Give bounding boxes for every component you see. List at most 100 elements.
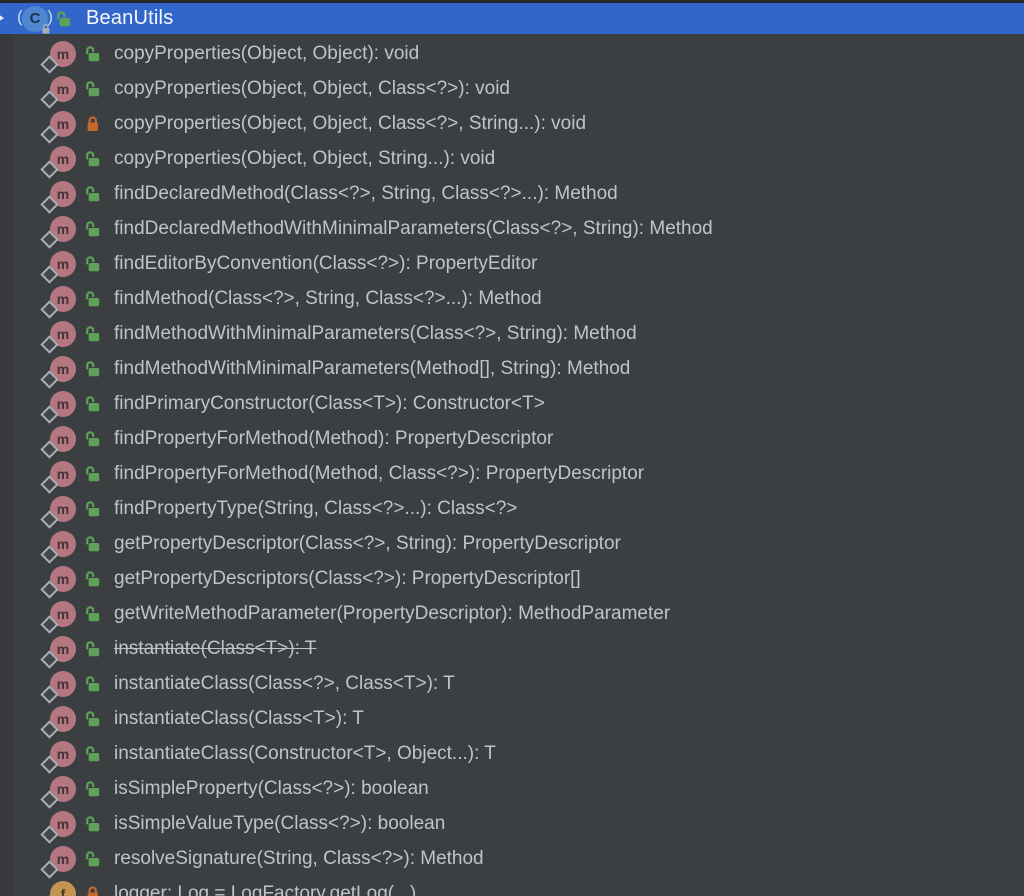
public-lock-icon [84,780,102,798]
member-label: logger: Log = LogFactory.getLog(...) [114,882,417,896]
member-row[interactable]: m isSimpleValueType(Class<?>): boolean [0,806,1024,844]
member-row[interactable]: m isSimpleProperty(Class<?>): boolean [0,771,1024,809]
member-row[interactable]: m getPropertyDescriptors(Class<?>): Prop… [0,561,1024,599]
method-icon: m [40,705,76,739]
member-label: findMethodWithMinimalParameters(Class<?>… [114,322,637,344]
public-lock-icon [84,360,102,378]
member-row[interactable]: f logger: Log = LogFactory.getLog(...) [0,876,1024,896]
member-row[interactable]: m findPropertyType(String, Class<?>...):… [0,491,1024,529]
member-label: findPrimaryConstructor(Class<T>): Constr… [114,392,545,414]
public-lock-icon [84,45,102,63]
member-label: findPropertyType(String, Class<?>...): C… [114,497,518,519]
public-lock-icon [84,290,102,308]
method-icon: m [40,740,76,774]
method-icon: m [40,355,76,389]
method-icon: m [40,285,76,319]
public-lock-icon [84,150,102,168]
member-label: getWriteMethodParameter(PropertyDescript… [114,602,671,624]
member-row[interactable]: m findPrimaryConstructor(Class<T>): Cons… [0,386,1024,424]
member-label: findPropertyForMethod(Method): PropertyD… [114,427,554,449]
selected-class-row[interactable]: ( C ) BeanUtils [0,3,1024,34]
method-icon: m [40,775,76,809]
member-label: isSimpleProperty(Class<?>): boolean [114,777,429,799]
public-lock-icon [84,675,102,693]
member-row[interactable]: m copyProperties(Object, Object): void [0,36,1024,74]
member-row[interactable]: m findMethodWithMinimalParameters(Class<… [0,316,1024,354]
method-icon: m [40,635,76,669]
member-row[interactable]: m findMethodWithMinimalParameters(Method… [0,351,1024,389]
public-lock-icon [84,535,102,553]
method-icon: m [40,180,76,214]
method-icon: m [40,250,76,284]
method-icon: m [40,810,76,844]
public-lock-icon [55,10,73,28]
public-lock-icon [84,640,102,658]
member-row[interactable]: m copyProperties(Object, Object, Class<?… [0,71,1024,109]
member-label: findEditorByConvention(Class<?>): Proper… [114,252,538,274]
public-lock-icon [84,570,102,588]
member-row[interactable]: m instantiateClass(Constructor<T>, Objec… [0,736,1024,774]
method-icon: m [40,110,76,144]
final-lock-overlay-icon [40,23,52,35]
public-lock-icon [84,255,102,273]
method-icon: m [40,530,76,564]
member-label: findDeclaredMethodWithMinimalParameters(… [114,217,713,239]
member-label: copyProperties(Object, Object): void [114,42,420,64]
public-lock-icon [84,850,102,868]
public-lock-icon [84,815,102,833]
public-lock-icon [84,325,102,343]
private-lock-icon [84,885,102,896]
member-row[interactable]: m copyProperties(Object, Object, Class<?… [0,106,1024,144]
member-row[interactable]: m findMethod(Class<?>, String, Class<?>.… [0,281,1024,319]
public-lock-icon [84,745,102,763]
public-lock-icon [84,80,102,98]
member-label: isSimpleValueType(Class<?>): boolean [114,812,446,834]
method-icon: m [40,845,76,879]
method-icon: m [40,460,76,494]
method-icon: m [40,145,76,179]
method-icon: m [40,495,76,529]
member-row[interactable]: m findPropertyForMethod(Method): Propert… [0,421,1024,459]
class-name: BeanUtils [86,7,174,29]
method-icon: m [40,75,76,109]
member-label: getPropertyDescriptor(Class<?>, String):… [114,532,621,554]
member-label: instantiateClass(Class<T>): T [114,707,364,729]
class-icon: ( C ) [17,5,53,34]
field-icon: f [40,880,76,896]
member-label: copyProperties(Object, Object, Class<?>,… [114,112,587,134]
member-label: instantiateClass(Constructor<T>, Object.… [114,742,496,764]
collapse-arrow-icon[interactable] [0,12,4,24]
public-lock-icon [84,500,102,518]
member-row[interactable]: m findDeclaredMethod(Class<?>, String, C… [0,176,1024,214]
member-label: instantiateClass(Class<?>, Class<T>): T [114,672,455,694]
method-icon: m [40,320,76,354]
member-row[interactable]: m findEditorByConvention(Class<?>): Prop… [0,246,1024,284]
method-icon: m [40,670,76,704]
method-icon: m [40,215,76,249]
member-list: m copyProperties(Object, Object): void m… [0,36,1024,896]
member-row[interactable]: m getWriteMethodParameter(PropertyDescri… [0,596,1024,634]
member-label: findPropertyForMethod(Method, Class<?>):… [114,462,645,484]
member-row[interactable]: m copyProperties(Object, Object, String.… [0,141,1024,179]
public-lock-icon [84,430,102,448]
member-row[interactable]: m instantiateClass(Class<?>, Class<T>): … [0,666,1024,704]
method-icon: m [40,390,76,424]
member-row[interactable]: m findDeclaredMethodWithMinimalParameter… [0,211,1024,249]
member-label: getPropertyDescriptors(Class<?>): Proper… [114,567,581,589]
member-label: instantiate(Class<T>): T [114,637,317,659]
member-label: findMethod(Class<?>, String, Class<?>...… [114,287,542,309]
member-row[interactable]: m findPropertyForMethod(Method, Class<?>… [0,456,1024,494]
private-lock-icon [84,115,102,133]
method-icon: m [40,565,76,599]
member-label: copyProperties(Object, Object, Class<?>)… [114,77,511,99]
structure-view-popup: ( C ) BeanUtils m copyProperties(Object,… [0,0,1024,896]
method-icon: m [40,600,76,634]
member-row[interactable]: m instantiate(Class<T>): T [0,631,1024,669]
public-lock-icon [84,605,102,623]
member-label: findMethodWithMinimalParameters(Method[]… [114,357,631,379]
member-row[interactable]: m instantiateClass(Class<T>): T [0,701,1024,739]
member-row[interactable]: m getPropertyDescriptor(Class<?>, String… [0,526,1024,564]
member-row[interactable]: m resolveSignature(String, Class<?>): Me… [0,841,1024,879]
member-label: resolveSignature(String, Class<?>): Meth… [114,847,484,869]
member-label: findDeclaredMethod(Class<?>, String, Cla… [114,182,618,204]
